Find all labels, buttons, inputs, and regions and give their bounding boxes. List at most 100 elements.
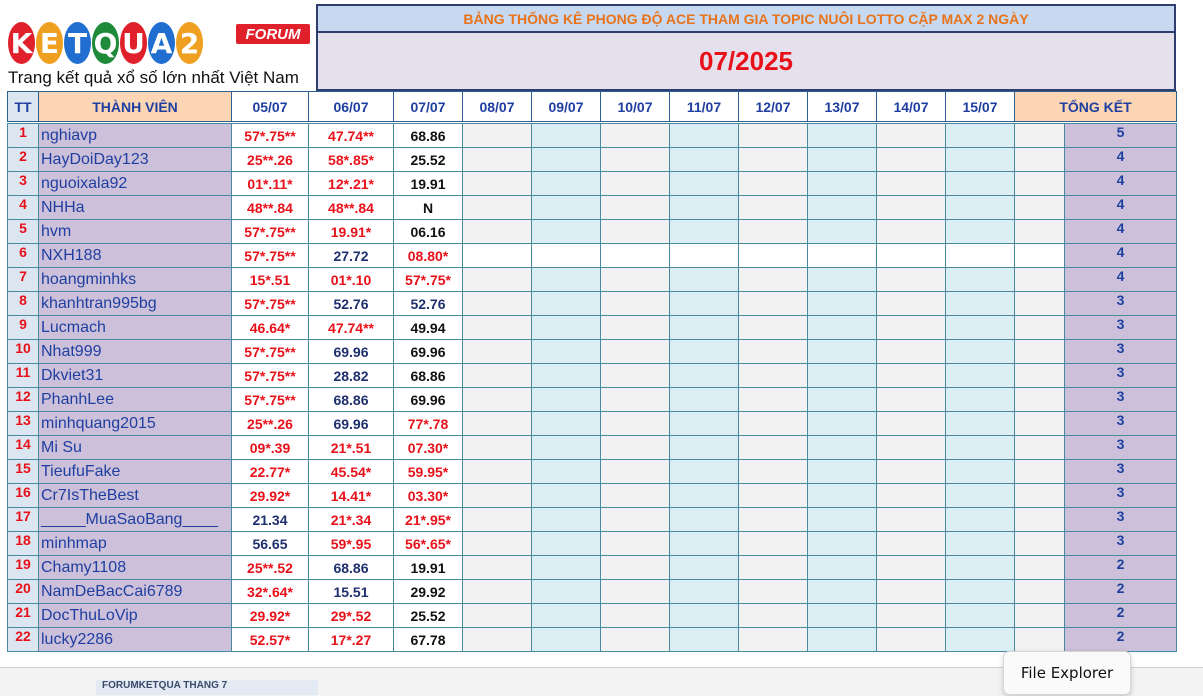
member-name: NXH188 — [38, 243, 232, 268]
result-cell: 32*.64* — [231, 579, 309, 604]
result-cell: 07.30* — [393, 435, 463, 460]
empty-cell — [669, 291, 739, 316]
result-cell: 47.74** — [308, 123, 394, 148]
empty-cell — [945, 579, 1015, 604]
empty-cell — [1014, 435, 1065, 460]
table-row: 7 hoangminhks 15*.51 01*.10 57*.75* 4 — [7, 267, 1177, 292]
total-cell: 3 — [1064, 387, 1177, 412]
empty-cell — [462, 291, 532, 316]
header-date: 15/07 — [945, 91, 1015, 122]
empty-cell — [1014, 339, 1065, 364]
table-row: 11 Dkviet31 57*.75** 28.82 68.86 3 — [7, 363, 1177, 388]
empty-cell — [738, 339, 808, 364]
empty-cell — [462, 363, 532, 388]
empty-cell — [945, 627, 1015, 652]
empty-cell — [876, 315, 946, 340]
row-number: 16 — [7, 483, 39, 508]
empty-cell — [462, 147, 532, 172]
member-name: DocThuLoVip — [38, 603, 232, 628]
header-member: THÀNH VIÊN — [38, 91, 232, 122]
row-number: 10 — [7, 339, 39, 364]
result-cell: 21*.51 — [308, 435, 394, 460]
empty-cell — [1014, 243, 1065, 268]
result-cell: 03.30* — [393, 483, 463, 508]
empty-cell — [807, 603, 877, 628]
empty-cell — [807, 411, 877, 436]
result-cell: 77*.78 — [393, 411, 463, 436]
empty-cell — [738, 603, 808, 628]
empty-cell — [669, 603, 739, 628]
empty-cell — [531, 459, 601, 484]
total-cell: 3 — [1064, 363, 1177, 388]
empty-cell — [1014, 411, 1065, 436]
empty-cell — [600, 627, 670, 652]
result-cell: 57*.75** — [231, 363, 309, 388]
empty-cell — [807, 363, 877, 388]
empty-cell — [807, 315, 877, 340]
result-cell: 49.94 — [393, 315, 463, 340]
empty-cell — [945, 267, 1015, 292]
empty-cell — [807, 219, 877, 244]
row-number: 17 — [7, 507, 39, 532]
member-name: Mi Su — [38, 435, 232, 460]
row-number: 8 — [7, 291, 39, 316]
header-date: 07/07 — [393, 91, 463, 122]
empty-cell — [531, 507, 601, 532]
empty-cell — [738, 123, 808, 148]
empty-cell — [876, 123, 946, 148]
table-row: 1 nghiavp 57*.75** 47.74** 68.86 5 — [7, 123, 1177, 148]
header-total: TỔNG KẾT — [1014, 91, 1177, 122]
empty-cell — [669, 123, 739, 148]
empty-cell — [876, 171, 946, 196]
result-cell: 46.64* — [231, 315, 309, 340]
member-name: minhquang2015 — [38, 411, 232, 436]
empty-cell — [738, 435, 808, 460]
empty-cell — [600, 531, 670, 556]
empty-cell — [1014, 363, 1065, 388]
result-cell: 19.91 — [393, 555, 463, 580]
empty-cell — [669, 411, 739, 436]
total-cell: 3 — [1064, 507, 1177, 532]
empty-cell — [462, 627, 532, 652]
header-date: 10/07 — [600, 91, 670, 122]
empty-cell — [807, 171, 877, 196]
result-cell: 29.92 — [393, 579, 463, 604]
result-cell: 67.78 — [393, 627, 463, 652]
empty-cell — [600, 171, 670, 196]
empty-cell — [462, 219, 532, 244]
result-cell: 45.54* — [308, 459, 394, 484]
result-cell: 48**.84 — [308, 195, 394, 220]
empty-cell — [462, 387, 532, 412]
empty-cell — [462, 531, 532, 556]
result-cell: 12*.21* — [308, 171, 394, 196]
empty-cell — [600, 387, 670, 412]
empty-cell — [945, 123, 1015, 148]
empty-cell — [1014, 267, 1065, 292]
result-cell: 58*.85* — [308, 147, 394, 172]
empty-cell — [738, 147, 808, 172]
sheet-tab[interactable]: FORUMKETQUA THÁNG 7 — [96, 680, 318, 695]
empty-cell — [945, 291, 1015, 316]
result-cell: 25.52 — [393, 603, 463, 628]
empty-cell — [738, 483, 808, 508]
empty-cell — [669, 459, 739, 484]
table-row: 17 _____MuaSaoBang____ 21.34 21*.34 21*.95* 3 — [7, 507, 1177, 532]
empty-cell — [738, 315, 808, 340]
table-row: 15 TieufuFake 22.77* 45.54* 59.95* 3 — [7, 459, 1177, 484]
total-cell: 3 — [1064, 291, 1177, 316]
member-name: PhanhLee — [38, 387, 232, 412]
empty-cell — [738, 507, 808, 532]
empty-cell — [738, 579, 808, 604]
empty-cell — [1014, 123, 1065, 148]
result-cell: 14.41* — [308, 483, 394, 508]
header-tt: TT — [7, 91, 39, 122]
empty-cell — [945, 507, 1015, 532]
header-date: 11/07 — [669, 91, 739, 122]
result-cell: 57*.75** — [231, 219, 309, 244]
result-cell: 69.96 — [393, 339, 463, 364]
result-cell: 25**.26 — [231, 411, 309, 436]
empty-cell — [1014, 507, 1065, 532]
row-number: 2 — [7, 147, 39, 172]
result-cell: 15.51 — [308, 579, 394, 604]
month-label: 07/2025 — [316, 33, 1176, 91]
